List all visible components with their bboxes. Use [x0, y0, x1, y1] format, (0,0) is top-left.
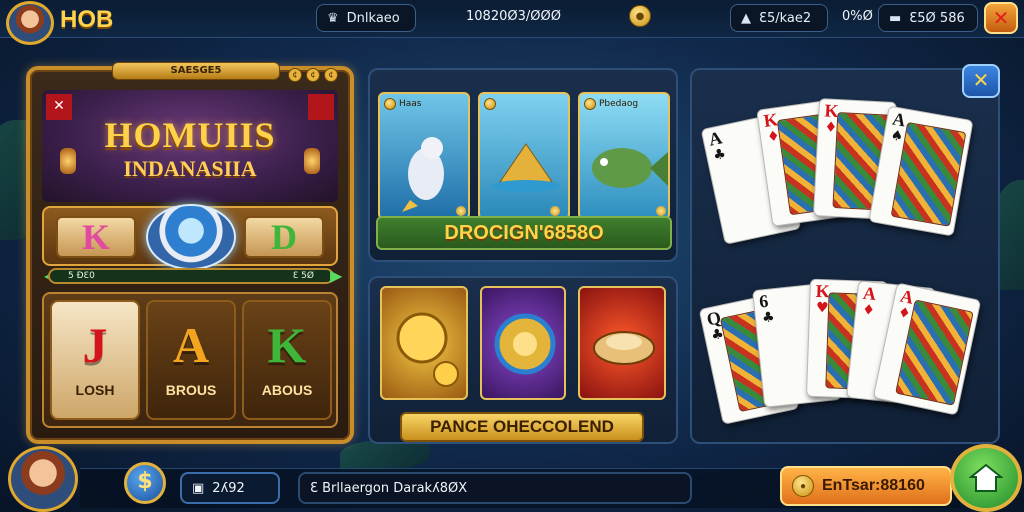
coin-icon: [550, 206, 560, 216]
bell-icon: ▲: [741, 10, 751, 26]
player-profile-avatar[interactable]: [8, 446, 78, 512]
credits-value: Ɛ5Ø 586: [909, 10, 965, 26]
bet-value: Ɛ5/kae2: [759, 10, 812, 26]
currency-button[interactable]: $: [124, 462, 166, 504]
game-card-gold-coins[interactable]: [380, 286, 468, 400]
close-button[interactable]: ✕: [984, 2, 1018, 34]
game-card-big-fish[interactable]: Pbedaog: [578, 92, 670, 220]
win-bar-right-value: Ɛ 5Ø: [292, 271, 314, 281]
coin-icon: ●: [792, 475, 814, 497]
enter-button[interactable]: ● EnTsar:88160: [780, 466, 952, 506]
slot-logo-subtitle: INDANASIIA: [123, 156, 257, 181]
card-rank: A: [890, 108, 908, 131]
card-panel-close-button[interactable]: ✕: [962, 64, 1000, 98]
slot-logo-title: HOMUIIS: [104, 115, 276, 155]
treasure-games-panel: PANCE OHECCOLEND: [368, 276, 678, 444]
balance-text: 10820Ø3/ØØØ: [466, 9, 561, 24]
coin-icon: [584, 98, 596, 110]
crown-icon: ♛: [327, 10, 339, 26]
reel-label: LOSH: [75, 382, 115, 398]
fish-illustration: [592, 148, 668, 188]
treasure-banner: PANCE OHECCOLEND: [400, 412, 644, 442]
game-card-fish[interactable]: Haas: [378, 92, 470, 220]
reel-about[interactable]: K ABOUS: [242, 300, 332, 420]
home-button[interactable]: [950, 444, 1022, 512]
gold-coins-illustration: [396, 312, 459, 387]
spade-icon: ♠: [889, 127, 905, 146]
coin-icon: ¢: [306, 68, 320, 82]
reel-label: BROUS: [165, 382, 217, 398]
pyramid-boat-illustration: [492, 143, 560, 192]
coin-icon: [484, 98, 496, 110]
player-avatar[interactable]: [6, 1, 54, 45]
reel-lose[interactable]: J LOSH: [50, 300, 140, 420]
diamond-icon: ♦: [861, 301, 876, 320]
count-text: 0%Ø: [842, 9, 873, 24]
home-icon: [969, 463, 1003, 492]
game-card-treasure-boat[interactable]: [478, 92, 570, 220]
reel-label: ABOUS: [261, 382, 313, 398]
win-row: K D: [42, 204, 338, 270]
spinning-top-illustration: [593, 331, 655, 365]
fishing-games-panel: Haas Pbedaog DROCIGN'6858O: [368, 68, 678, 262]
reel-symbol: K: [267, 317, 307, 373]
game-card-tag: [484, 98, 499, 110]
credits-pill[interactable]: ▬ Ɛ5Ø 586: [878, 4, 978, 32]
win-bar-left-value: 5 ÐƐ0: [68, 271, 95, 281]
coin-icon: [384, 98, 396, 110]
win-progress-bar: 5 ÐƐ0 Ɛ 5Ø: [48, 268, 334, 284]
message-text: Ɛ Brllaergon Darakʎ8ØX: [310, 480, 468, 496]
enter-label: EnTsar:88160: [822, 477, 925, 494]
win-symbol: D: [244, 216, 324, 258]
card-rank: 6: [758, 290, 770, 312]
message-bar[interactable]: Ɛ Brllaergon Darakʎ8ØX: [298, 472, 692, 504]
diamond-icon: ♦: [766, 128, 781, 146]
coin-icon: [656, 206, 666, 216]
slot-game-panel[interactable]: SAESGE5 ¢ ¢ ¢ ✕ HOMUIIS INDANASIIA K D ◀…: [26, 62, 354, 444]
title-label: Dnlkaeo: [346, 10, 400, 26]
club-icon: ♣: [761, 309, 776, 327]
reel-area: J LOSH A BROUS K ABOUS: [42, 292, 338, 428]
ticket-pill[interactable]: ▣ 2ʎ92: [180, 472, 280, 504]
medallion-illustration: [494, 313, 556, 375]
game-card-tag: Haas: [384, 98, 422, 110]
reel-symbol: J: [82, 317, 108, 373]
coin-icon: [456, 206, 466, 216]
game-card-tag: Pbedaog: [584, 98, 638, 110]
club-icon: ♣: [711, 145, 728, 165]
fishing-banner: DROCIGN'6858O: [376, 216, 672, 250]
heart-icon: ♥: [815, 299, 829, 317]
card-rank: K: [762, 109, 780, 131]
bet-pill[interactable]: ▲ Ɛ5/kae2: [730, 4, 828, 32]
chip-stack-icon: [146, 204, 236, 270]
reel-symbol: A: [172, 317, 210, 373]
card-rank: K: [823, 100, 840, 122]
game-card-medallion[interactable]: [480, 286, 566, 400]
ticket-icon: ▣: [192, 480, 205, 496]
coin-icon: ¢: [288, 68, 302, 82]
game-card-tag-text: Pbedaog: [599, 99, 639, 109]
foliage-decoration: [340, 440, 430, 470]
slot-title-stage: ✕ HOMUIIS INDANASIIA: [42, 90, 338, 202]
game-card-spinner[interactable]: [578, 286, 666, 400]
card-rank: K: [815, 280, 831, 302]
win-symbol: K: [56, 216, 136, 258]
card-rank: A: [862, 282, 878, 305]
ticket-value: 2ʎ92: [212, 480, 245, 496]
coin-icon: ¢: [324, 68, 338, 82]
diamond-icon: ♦: [824, 119, 838, 137]
wallet-icon: ▬: [889, 10, 902, 26]
arrow-right-icon[interactable]: ▶: [330, 266, 350, 286]
seal-illustration: [402, 137, 444, 212]
coin-icon: ●: [629, 5, 651, 27]
reel-bonus[interactable]: A BROUS: [146, 300, 236, 420]
slot-header: SAESGE5: [112, 62, 280, 80]
brand-logo: HOB: [60, 6, 114, 33]
title-pill[interactable]: ♛ Dnlkaeo: [316, 4, 416, 32]
game-card-tag-text: Haas: [399, 99, 422, 109]
